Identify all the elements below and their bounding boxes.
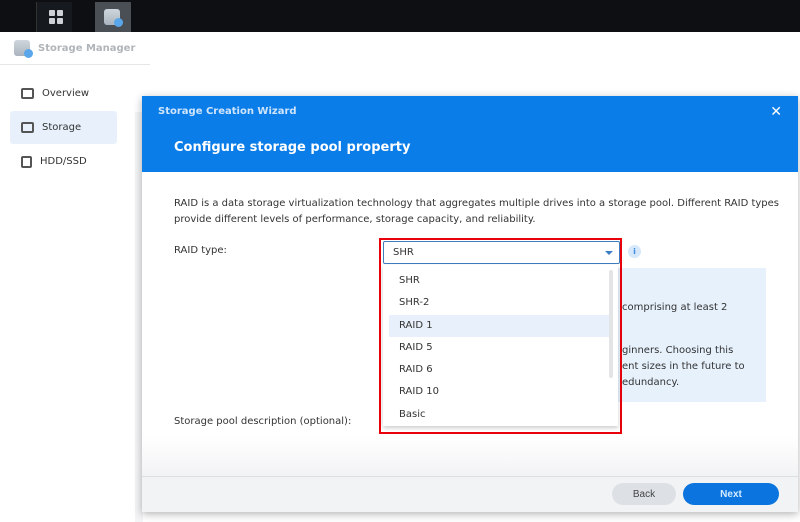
dialog-header: Storage Creation Wizard ✕ Configure stor…: [142, 96, 798, 172]
sidebar-item-label: Overview: [42, 88, 90, 99]
raid-description: RAID is a data storage virtualization te…: [174, 198, 780, 225]
raid-option-raid-1[interactable]: RAID 1: [389, 314, 612, 337]
hdd-icon: [21, 155, 32, 168]
raid-type-label: RAID type:: [174, 245, 227, 256]
pool-description-label: Storage pool description (optional):: [174, 416, 352, 427]
storage-manager-taskbar-button[interactable]: [95, 2, 131, 32]
info-text: ent sizes in the future to: [622, 361, 745, 372]
dialog-title: Storage Creation Wizard: [158, 106, 297, 117]
raid-option-raid-5[interactable]: RAID 5: [389, 337, 612, 359]
body-fade: [142, 436, 798, 476]
raid-option-raid-6[interactable]: RAID 6: [389, 359, 612, 381]
dropdown-scrollbar[interactable]: [609, 270, 613, 378]
sidebar-item-hdd-ssd[interactable]: HDD/SSD: [10, 145, 117, 178]
next-button[interactable]: Next: [683, 483, 779, 505]
storage-manager-icon: [104, 9, 123, 27]
info-text: ginners. Choosing this: [622, 345, 734, 356]
dialog-footer: Back Next: [142, 476, 798, 512]
app-title: Storage Manager: [38, 42, 136, 54]
info-text: comprising at least 2: [622, 302, 728, 313]
close-icon[interactable]: ✕: [770, 104, 782, 120]
storage-icon: [21, 122, 34, 133]
raid-type-dropdown: SHR SHR-2 RAID 1 RAID 5 RAID 6 RAID 10 B…: [383, 265, 618, 426]
raid-type-value: SHR: [393, 247, 414, 258]
raid-option-basic[interactable]: Basic: [389, 404, 612, 426]
raid-option-raid-10[interactable]: RAID 10: [389, 381, 612, 403]
chevron-down-icon: [605, 251, 613, 255]
sidebar-item-storage[interactable]: Storage: [10, 111, 117, 144]
sidebar-item-label: Storage: [42, 122, 82, 133]
back-button[interactable]: Back: [612, 483, 676, 505]
overview-icon: [21, 88, 34, 99]
raid-option-shr[interactable]: SHR: [389, 270, 612, 292]
raid-type-select[interactable]: SHR: [383, 241, 620, 264]
dialog-heading: Configure storage pool property: [174, 140, 411, 155]
main-menu-button[interactable]: [36, 2, 72, 32]
storage-manager-icon: [14, 40, 33, 58]
app-title-bar: Storage Manager: [0, 32, 150, 65]
taskbar: [0, 0, 800, 32]
info-icon[interactable]: i: [628, 245, 641, 258]
sidebar-item-overview[interactable]: Overview: [10, 77, 117, 110]
sidebar-item-label: HDD/SSD: [40, 156, 87, 167]
info-text: edundancy.: [622, 377, 680, 388]
main-menu-icon: [49, 10, 63, 24]
raid-option-shr-2[interactable]: SHR-2: [389, 292, 612, 314]
